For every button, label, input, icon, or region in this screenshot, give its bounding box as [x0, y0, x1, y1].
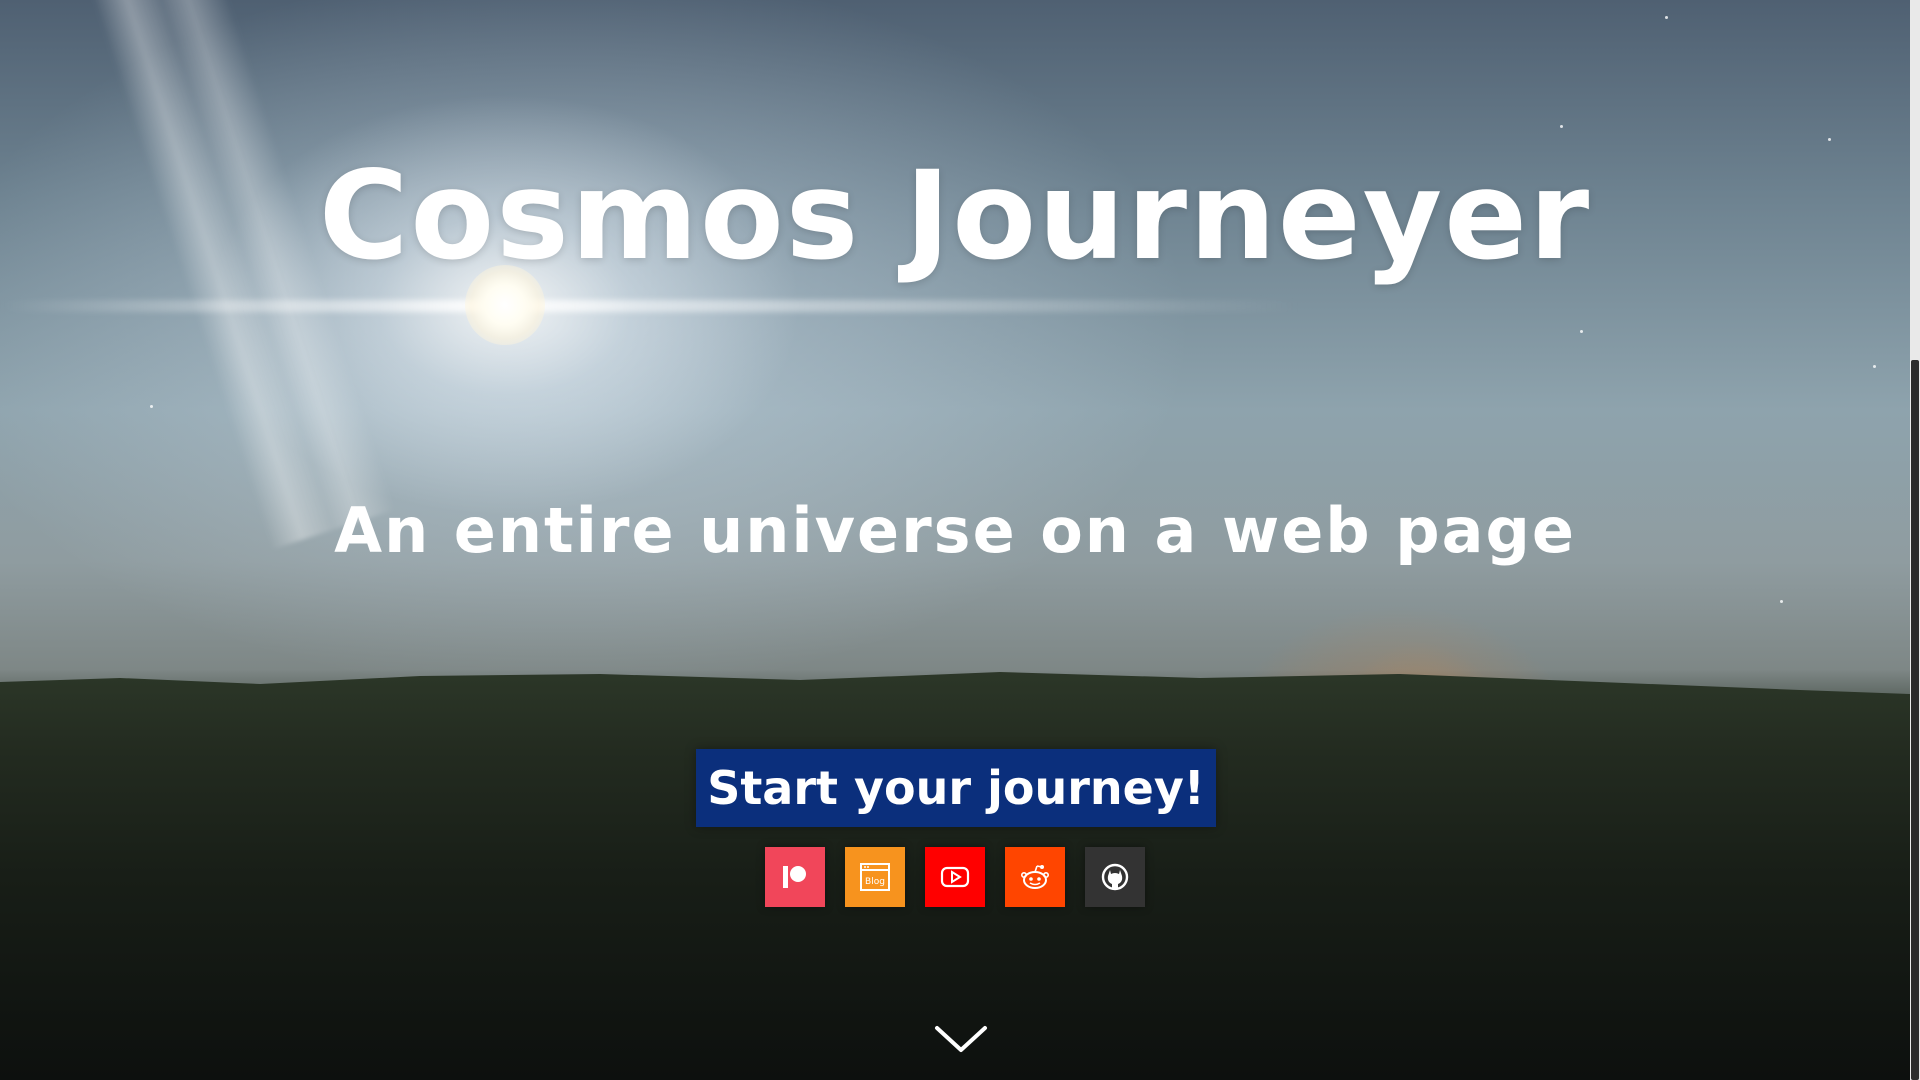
social-links: Blog [765, 847, 1145, 907]
reddit-icon [1020, 865, 1049, 889]
page-subtitle: An entire universe on a web page [334, 494, 1576, 567]
star [1873, 365, 1876, 368]
blog-icon-label: Blog [865, 877, 885, 887]
star [1580, 330, 1583, 333]
github-link[interactable] [1085, 847, 1145, 907]
scrollbar-thumb[interactable] [1911, 360, 1919, 1080]
github-icon [1101, 863, 1129, 891]
blog-icon: Blog [860, 863, 890, 891]
star [150, 405, 153, 408]
reddit-link[interactable] [1005, 847, 1065, 907]
chevron-down-icon[interactable] [933, 1022, 989, 1056]
star [1560, 125, 1563, 128]
blog-link[interactable]: Blog [845, 847, 905, 907]
star [1665, 16, 1668, 19]
patreon-icon [783, 866, 806, 888]
lens-flare [0, 300, 1300, 312]
youtube-icon [940, 866, 970, 888]
start-journey-button[interactable]: Start your journey! [696, 749, 1216, 827]
page-title: Cosmos Journeyer [318, 145, 1592, 287]
star [1828, 138, 1831, 141]
youtube-link[interactable] [925, 847, 985, 907]
star [1780, 600, 1783, 603]
patreon-link[interactable] [765, 847, 825, 907]
